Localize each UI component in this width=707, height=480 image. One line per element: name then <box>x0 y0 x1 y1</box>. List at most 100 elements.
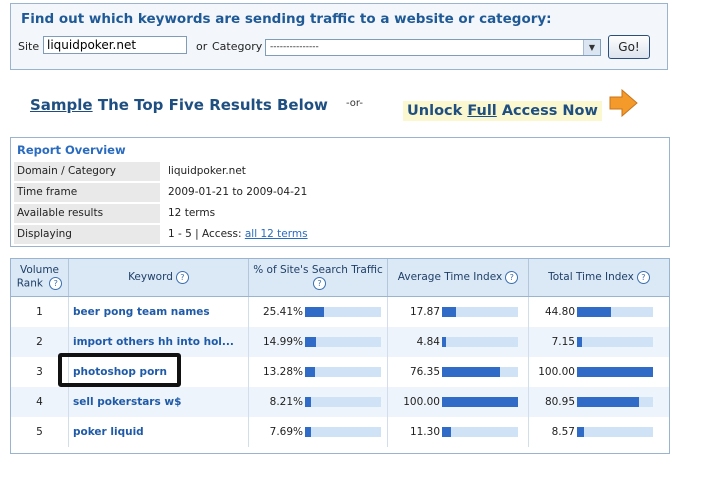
overview-value: 1 - 5 | Access: all 12 terms <box>168 225 648 244</box>
table-row: 4 sell pokerstars w$ 8.21% 100.00 80.95 <box>11 387 669 417</box>
header-avg-time-index[interactable]: Average Time Index? <box>388 259 529 296</box>
pct-bar <box>305 367 381 377</box>
pct-cell: 25.41% <box>249 297 388 327</box>
keyword-cell: beer pong team names <box>69 297 249 327</box>
avg-value: 100.00 <box>403 396 440 408</box>
total-value: 7.15 <box>551 336 575 348</box>
help-question-icon[interactable]: ? <box>636 271 650 284</box>
keyword-search-panel: Find out which keywords are sending traf… <box>10 3 668 70</box>
search-heading: Find out which keywords are sending traf… <box>21 11 552 27</box>
pct-value: 7.69% <box>269 426 303 438</box>
report-overview-panel: Report Overview Domain / Category liquid… <box>10 137 670 247</box>
pct-value: 8.21% <box>269 396 303 408</box>
header-avg-label: Average Time Index <box>397 271 503 283</box>
site-label: Site <box>18 40 40 53</box>
keyword-link[interactable]: import others hh into hol... <box>73 336 234 348</box>
header-volume-rank[interactable]: Volume Rank ? <box>11 259 69 296</box>
avg-cell: 11.30 <box>388 417 529 447</box>
avg-value: 17.87 <box>409 306 440 318</box>
overview-value: liquidpoker.net <box>168 165 246 177</box>
table-header: Volume Rank ? Keyword? % of Site's Searc… <box>11 259 669 297</box>
avg-bar-fill <box>442 427 451 437</box>
category-label: Category <box>212 40 263 53</box>
overview-key: Available results <box>14 204 160 223</box>
or-separator: -or- <box>346 98 363 109</box>
pct-value: 25.41% <box>262 306 303 318</box>
overview-value: 12 terms <box>168 207 216 219</box>
pct-cell: 7.69% <box>249 417 388 447</box>
header-total-label: Total Time Index <box>548 271 634 283</box>
total-value: 80.95 <box>544 396 575 408</box>
keyword-link[interactable]: sell pokerstars w$ <box>73 396 181 408</box>
total-bar-fill <box>577 397 639 407</box>
avg-bar <box>442 397 518 407</box>
total-bar <box>577 427 653 437</box>
pct-bar <box>305 337 381 347</box>
sample-link[interactable]: Sample <box>30 96 93 114</box>
keyword-link[interactable]: poker liquid <box>73 426 144 438</box>
table-row: 1 beer pong team names 25.41% 17.87 44.80 <box>11 297 669 327</box>
avg-cell: 100.00 <box>388 387 529 417</box>
unlock-full-access-link[interactable]: Unlock Full Access Now <box>403 101 602 121</box>
keyword-link[interactable]: beer pong team names <box>73 306 210 318</box>
total-cell: 100.00 <box>529 357 669 387</box>
avg-bar <box>442 337 518 347</box>
sample-heading: Sample The Top Five Results Below <box>30 96 328 114</box>
header-keyword[interactable]: Keyword? <box>69 259 249 296</box>
total-bar <box>577 397 653 407</box>
avg-cell: 4.84 <box>388 327 529 357</box>
avg-cell: 17.87 <box>388 297 529 327</box>
help-question-icon[interactable]: ? <box>313 277 326 291</box>
avg-bar-fill <box>442 367 500 377</box>
category-select[interactable]: --------------- ▼ <box>265 39 601 56</box>
pct-cell: 14.99% <box>249 327 388 357</box>
rank-cell: 5 <box>11 417 69 447</box>
avg-bar <box>442 367 518 377</box>
avg-cell: 76.35 <box>388 357 529 387</box>
total-bar-fill <box>577 427 584 437</box>
rank-cell: 1 <box>11 297 69 327</box>
total-value: 100.00 <box>538 366 575 378</box>
help-question-icon[interactable]: ? <box>505 271 519 284</box>
hand-drawn-highlight-box <box>58 353 181 387</box>
pct-bar-fill <box>305 427 311 437</box>
avg-value: 4.84 <box>416 336 440 348</box>
overview-value: 2009-01-21 to 2009-04-21 <box>168 186 308 198</box>
pct-bar <box>305 397 381 407</box>
unlock-pre: Unlock <box>407 103 468 119</box>
pct-bar-fill <box>305 367 315 377</box>
total-bar <box>577 367 653 377</box>
header-pct-traffic[interactable]: % of Site's Search Traffic? <box>249 259 388 296</box>
total-cell: 80.95 <box>529 387 669 417</box>
avg-bar <box>442 307 518 317</box>
total-bar-fill <box>577 307 611 317</box>
pct-cell: 13.28% <box>249 357 388 387</box>
total-bar-fill <box>577 367 653 377</box>
total-cell: 44.80 <box>529 297 669 327</box>
help-question-icon[interactable]: ? <box>175 271 189 284</box>
pct-bar <box>305 427 381 437</box>
total-value: 44.80 <box>544 306 575 318</box>
header-keyword-label: Keyword <box>128 271 173 283</box>
sample-heading-rest: The Top Five Results Below <box>92 96 328 114</box>
orange-arrow-right-icon[interactable] <box>608 89 638 117</box>
unlock-post: Access Now <box>496 103 598 119</box>
pct-bar-fill <box>305 307 324 317</box>
chevron-down-icon[interactable]: ▼ <box>583 40 600 55</box>
pct-bar-fill <box>305 397 311 407</box>
total-cell: 7.15 <box>529 327 669 357</box>
header-total-time-index[interactable]: Total Time Index? <box>529 259 669 296</box>
all-terms-link[interactable]: all 12 terms <box>245 228 308 240</box>
overview-key: Time frame <box>14 183 160 202</box>
category-selected-value: --------------- <box>270 42 319 52</box>
displaying-value: 1 - 5 | Access: <box>168 228 245 240</box>
avg-bar-fill <box>442 337 446 347</box>
unlock-full: Full <box>467 103 497 119</box>
go-button[interactable]: Go! <box>608 35 650 59</box>
help-question-icon[interactable]: ? <box>49 277 63 291</box>
pct-value: 14.99% <box>262 336 303 348</box>
avg-value: 76.35 <box>409 366 440 378</box>
report-overview-title: Report Overview <box>17 143 126 157</box>
site-input[interactable]: liquidpoker.net <box>43 36 187 54</box>
pct-bar <box>305 307 381 317</box>
